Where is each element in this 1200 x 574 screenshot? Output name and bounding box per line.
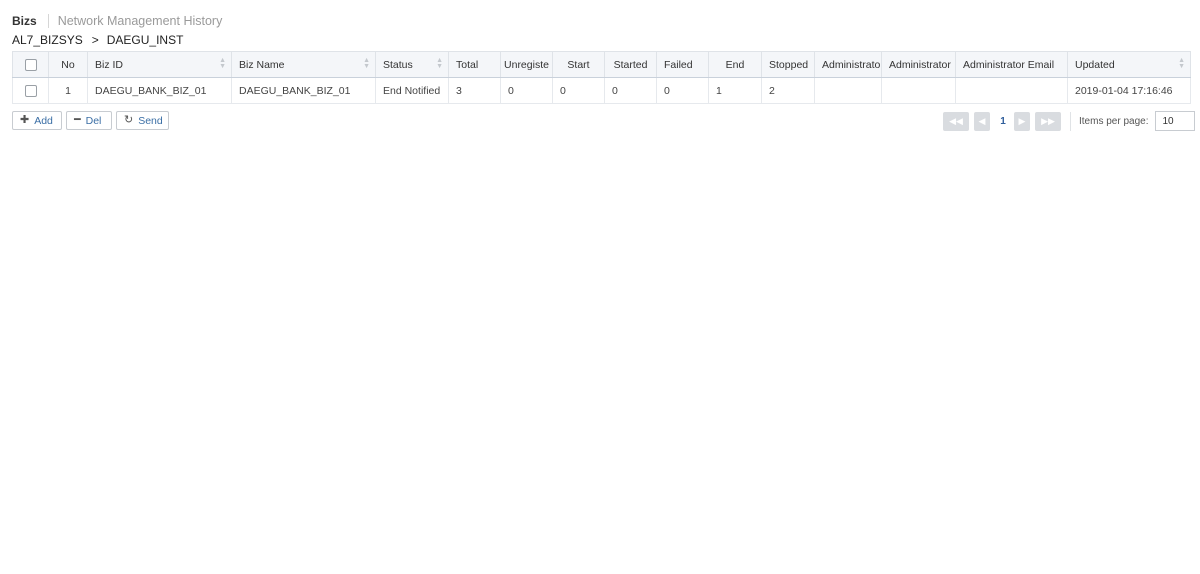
header-unregistered[interactable]: Unregiste (500, 51, 553, 78)
header-no-label: No (61, 58, 75, 71)
header-start[interactable]: Start (552, 51, 605, 78)
cell-failed: 0 (656, 77, 709, 104)
sort-icon[interactable]: ▲ ▼ (1178, 57, 1185, 70)
plus-icon: ✚ (20, 114, 30, 126)
breadcrumb-current: DAEGU_INST (106, 33, 184, 47)
header-administrator-email-label: Administrator Email (963, 58, 1055, 71)
biz-table: No Biz ID ▲ ▼ Biz Name ▲ ▼ Status ▲ ▼ Total Un… (12, 51, 1191, 104)
header-biz-id-label: Biz ID (95, 58, 124, 71)
header-administrator-1-label: Administrato (822, 58, 881, 71)
header-biz-name-label: Biz Name (239, 58, 285, 71)
header-stopped-label: Stopped (769, 58, 809, 71)
header-administrator-2-label: Administrator (889, 58, 951, 71)
add-button[interactable]: ✚ Add (12, 111, 62, 130)
header-failed[interactable]: Failed (656, 51, 709, 78)
action-toolbar: ✚ Add ━ Del ↻ Send (12, 111, 169, 130)
cell-updated: 2019-01-04 17:16:46 (1067, 77, 1191, 104)
delete-button[interactable]: ━ Del (66, 111, 112, 130)
pagination: ◀◀ ◀ 1 ▶ ▶▶ Items per page: (943, 111, 1196, 131)
header-administrator-2[interactable]: Administrator (881, 51, 956, 78)
items-per-page-label: Items per page: (1079, 115, 1149, 127)
cell-administrator-email (955, 77, 1068, 104)
header-biz-name[interactable]: Biz Name ▲ ▼ (231, 51, 376, 78)
sort-icon[interactable]: ▲ ▼ (436, 57, 443, 70)
table-header-row: No Biz ID ▲ ▼ Biz Name ▲ ▼ Status ▲ ▼ Total Un… (12, 51, 1191, 78)
cell-administrator-1 (814, 77, 882, 104)
header-failed-label: Failed (664, 58, 693, 71)
sort-icon[interactable]: ▲ ▼ (219, 57, 226, 70)
add-button-label: Add (34, 114, 53, 127)
header-administrator-1[interactable]: Administrato (814, 51, 882, 78)
cell-no: 1 (48, 77, 88, 104)
chevron-right-icon: ▶ (1018, 115, 1026, 126)
cell-biz-name: DAEGU_BANK_BIZ_01 (231, 77, 376, 104)
cell-unregistered: 0 (500, 77, 553, 104)
select-all-checkbox[interactable] (24, 58, 37, 71)
minus-icon: ━ (74, 114, 81, 126)
row-select-cell (12, 77, 49, 104)
double-chevron-left-icon: ◀◀ (949, 115, 963, 126)
double-chevron-right-icon: ▶▶ (1041, 115, 1055, 126)
breadcrumb: AL7_BIZSYS > DAEGU_INST (12, 33, 183, 47)
header-started-label: Started (613, 58, 648, 71)
cell-status: End Notified (375, 77, 449, 104)
prev-page-button[interactable]: ◀ (974, 111, 990, 131)
cell-biz-id[interactable]: DAEGU_BANK_BIZ_01 (87, 77, 232, 104)
tab-bar: Bizs Network Management History (12, 13, 222, 29)
header-end-label: End (725, 58, 745, 71)
tab-divider (47, 14, 49, 28)
header-started[interactable]: Started (604, 51, 657, 78)
first-page-button[interactable]: ◀◀ (943, 111, 969, 131)
cell-started: 0 (604, 77, 657, 104)
header-status-label: Status (383, 58, 413, 71)
cell-total: 3 (448, 77, 501, 104)
delete-button-label: Del (85, 114, 102, 127)
header-updated-label: Updated (1075, 58, 1115, 71)
cell-administrator-2 (881, 77, 956, 104)
header-unregistered-label: Unregiste (504, 58, 549, 71)
header-no[interactable]: No (48, 51, 88, 78)
row-checkbox[interactable] (24, 84, 37, 97)
header-total-label: Total (456, 58, 479, 71)
header-stopped[interactable]: Stopped (761, 51, 815, 78)
pager-divider (1070, 111, 1071, 131)
table-row[interactable]: 1 DAEGU_BANK_BIZ_01 DAEGU_BANK_BIZ_01 En… (12, 77, 1191, 104)
breadcrumb-separator: > (91, 33, 99, 47)
sort-icon[interactable]: ▲ ▼ (363, 57, 370, 70)
breadcrumb-root[interactable]: AL7_BIZSYS (12, 33, 83, 47)
tab-bizs[interactable]: Bizs (12, 14, 37, 28)
header-status[interactable]: Status ▲ ▼ (375, 51, 449, 78)
page-number-current[interactable]: 1 (996, 112, 1010, 131)
header-updated[interactable]: Updated ▲ ▼ (1067, 51, 1191, 78)
items-per-page-input[interactable] (1155, 111, 1196, 131)
next-page-button[interactable]: ▶ (1014, 111, 1030, 131)
header-end[interactable]: End (708, 51, 762, 78)
last-page-button[interactable]: ▶▶ (1035, 111, 1061, 131)
send-button-label: Send (138, 114, 163, 127)
send-icon: ↻ (124, 114, 134, 126)
cell-stopped: 2 (761, 77, 815, 104)
header-administrator-email[interactable]: Administrator Email (955, 51, 1068, 78)
select-all-header (12, 51, 49, 78)
cell-end: 1 (708, 77, 762, 104)
cell-start: 0 (552, 77, 605, 104)
send-button[interactable]: ↻ Send (116, 111, 169, 130)
header-total[interactable]: Total (448, 51, 501, 78)
header-start-label: Start (567, 58, 590, 71)
header-biz-id[interactable]: Biz ID ▲ ▼ (87, 51, 232, 78)
tab-network-management-history[interactable]: Network Management History (58, 14, 223, 28)
chevron-left-icon: ◀ (978, 115, 986, 126)
